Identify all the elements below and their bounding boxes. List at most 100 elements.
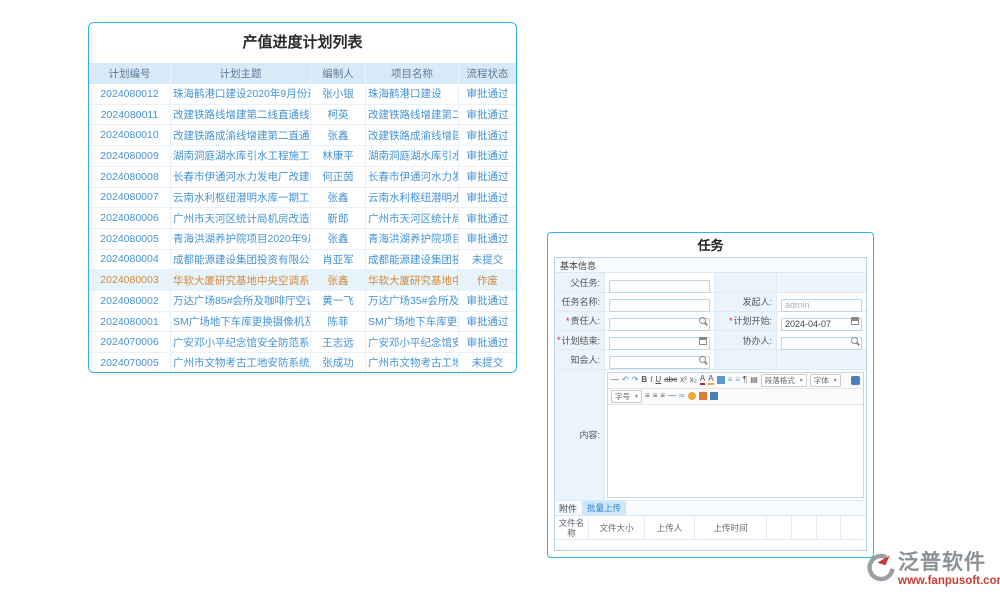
plan-row-2024080001[interactable]: 2024080001SM广场地下车库更换摄像机及硬盘项目2020...陈菲SM广… <box>89 312 516 333</box>
plan-row-2024080003[interactable]: 2024080003华软大厦研究基地中央空调系统工程2020年9...张鑫华软大… <box>89 270 516 291</box>
cell-subject[interactable]: 万达广场85#会所及咖啡厅空调安装工程2020... <box>171 291 311 312</box>
search-icon[interactable] <box>699 317 707 325</box>
cell-id[interactable]: 2024080004 <box>89 250 171 271</box>
plan-row-2024080009[interactable]: 2024080009湖南洞庭湖水库引水工程施工标2020年9月份...林康平湖南… <box>89 146 516 167</box>
strikethrough-icon[interactable]: abc <box>664 375 677 385</box>
cell-subject[interactable]: 广州市文物考古工地安防系统设备保修2020年... <box>171 353 311 373</box>
plan-row-2024080002[interactable]: 2024080002万达广场85#会所及咖啡厅空调安装工程2020...黄一飞万… <box>89 291 516 312</box>
undo-icon[interactable]: ↶ <box>622 375 629 385</box>
cell-status: 审批通过 <box>459 332 516 353</box>
format-brush-icon[interactable] <box>717 376 725 384</box>
content-editor[interactable] <box>608 405 863 497</box>
plan-row-2024080012[interactable]: 2024080012珠海鹤港口建设2020年9月份进度张小银珠海鹤港口建设审批通… <box>89 84 516 105</box>
ordered-list-icon[interactable]: ≡ <box>728 375 733 385</box>
align-left-icon[interactable]: ≡ <box>645 391 650 401</box>
cell-subject[interactable]: 华软大厦研究基地中央空调系统工程2020年9... <box>171 270 311 291</box>
informed-cell <box>605 350 715 368</box>
underline-icon[interactable]: U <box>655 375 661 385</box>
cell-subject[interactable]: 云南水利枢纽潜明水库一期工程施工2020年8... <box>171 188 311 209</box>
cell-subject[interactable]: 改建铁路成渝线增建第二直通线（成渝枢纽）... <box>171 125 311 146</box>
search-icon[interactable] <box>699 356 707 364</box>
paragraph-format-select[interactable]: 段落格式▾ <box>761 374 807 387</box>
text-color-icon[interactable]: A <box>700 375 705 385</box>
align-center-icon[interactable]: ≡ <box>653 391 658 401</box>
redo-icon[interactable]: ↷ <box>632 375 639 385</box>
bold-icon[interactable]: B <box>641 375 647 385</box>
cell-id[interactable]: 2024080002 <box>89 291 171 312</box>
cell-author: 何正茵 <box>311 167 366 188</box>
cell-subject[interactable]: 湖南洞庭湖水库引水工程施工标2020年9月份... <box>171 146 311 167</box>
align-right-icon[interactable]: ≡ <box>660 391 665 401</box>
italic-icon[interactable]: I <box>650 375 652 385</box>
cell-id[interactable]: 2024080008 <box>89 167 171 188</box>
batch-upload-button[interactable]: 批量上传 <box>582 501 626 515</box>
plan-row-2024080007[interactable]: 2024080007云南水利枢纽潜明水库一期工程施工2020年8...张鑫云南水… <box>89 188 516 209</box>
column-header-subject: 计划主题 <box>171 63 311 84</box>
cell-id[interactable]: 2024080001 <box>89 312 171 333</box>
task-name-input[interactable] <box>609 299 710 312</box>
plan-row-2024080006[interactable]: 2024080006广州市天河区统计局机房改造项目2020年9月...靳郎广州市… <box>89 208 516 229</box>
link-icon[interactable]: ∞ <box>679 391 685 401</box>
cell-subject[interactable]: 长春市伊通河水力发电厂改建工程2020年8月... <box>171 167 311 188</box>
plan-row-2024070005[interactable]: 2024070005广州市文物考古工地安防系统设备保修2020年...张成功广州… <box>89 353 516 373</box>
cell-id[interactable]: 2024080006 <box>89 208 171 229</box>
plan-row-2024080005[interactable]: 2024080005青海洪湖养护院项目2020年9月份进度张鑫青海洪湖养护院项目… <box>89 229 516 250</box>
unordered-list-icon[interactable]: ≡ <box>735 375 740 385</box>
subscript-icon[interactable]: x₂ <box>690 375 697 385</box>
font-family-select[interactable]: 字体▾ <box>810 374 841 387</box>
cell-subject[interactable]: 成都能源建设集团投资有限公司临时办公场所... <box>171 250 311 271</box>
cell-subject[interactable]: 珠海鹤港口建设2020年9月份进度 <box>171 84 311 105</box>
cell-subject[interactable]: 广安邓小平纪念馆安全防范系统维护保养项目... <box>171 332 311 353</box>
responsible-input[interactable] <box>609 318 710 331</box>
cell-subject[interactable]: 青海洪湖养护院项目2020年9月份进度 <box>171 229 311 250</box>
cell-project: 长春市伊通河水力发电厂... <box>366 167 459 188</box>
column-header-project: 项目名称 <box>366 63 459 84</box>
table-icon[interactable] <box>710 392 718 400</box>
tab-attachments[interactable]: 附件 <box>559 502 577 515</box>
emoticon-icon[interactable] <box>688 392 696 400</box>
search-icon[interactable] <box>851 337 859 345</box>
paste-icon[interactable]: ▤ <box>750 375 758 385</box>
plan-row-2024070006[interactable]: 2024070006广安邓小平纪念馆安全防范系统维护保养项目...王志远广安邓小… <box>89 332 516 353</box>
cell-id[interactable]: 2024080003 <box>89 270 171 291</box>
calendar-icon[interactable] <box>851 317 859 325</box>
informed-input[interactable] <box>609 356 710 369</box>
cell-id[interactable]: 2024080010 <box>89 125 171 146</box>
cell-id[interactable]: 2024080011 <box>89 105 171 126</box>
cell-id[interactable]: 2024080012 <box>89 84 171 105</box>
plan-start-input[interactable] <box>781 318 862 331</box>
cell-id[interactable]: 2024070005 <box>89 353 171 373</box>
maximize-icon[interactable] <box>851 376 860 385</box>
content-editor-cell: —↶↷BIUabcx²x₂AA≡≡¶▤段落格式▾字体▾ 字号▾≡≡≡―∞ <box>605 370 866 500</box>
cell-id[interactable]: 2024080007 <box>89 188 171 209</box>
cell-subject[interactable]: 广州市天河区统计局机房改造项目2020年9月... <box>171 208 311 229</box>
image-icon[interactable] <box>699 392 707 400</box>
parent-task-label: 父任务: <box>555 273 605 291</box>
plan-row-2024080011[interactable]: 2024080011改建铁路线增建第二线直通线（成都-西安）电...柯英改建铁路… <box>89 105 516 126</box>
cell-id[interactable]: 2024080005 <box>89 229 171 250</box>
attach-column-filesize: 文件大小 <box>589 516 645 540</box>
superscript-icon[interactable]: x² <box>680 375 687 385</box>
content-row: 内容: —↶↷BIUabcx²x₂AA≡≡¶▤段落格式▾字体▾ 字号▾≡≡≡―∞ <box>555 370 866 501</box>
font-size-select[interactable]: 字号▾ <box>611 390 642 403</box>
source-icon[interactable]: — <box>611 375 619 385</box>
background-color-icon[interactable]: A <box>708 375 713 385</box>
cell-subject[interactable]: SM广场地下车库更换摄像机及硬盘项目2020... <box>171 312 311 333</box>
plan-end-label: *计划结束: <box>555 331 605 349</box>
initiator-input[interactable] <box>781 299 862 312</box>
plan-row-2024080004[interactable]: 2024080004成都能源建设集团投资有限公司临时办公场所...肖亚军成都能源… <box>89 250 516 271</box>
co-organizer-input[interactable] <box>781 337 862 350</box>
plan-row-2024080010[interactable]: 2024080010改建铁路成渝线增建第二直通线（成渝枢纽）...张鑫改建铁路成… <box>89 125 516 146</box>
cell-status: 审批通过 <box>459 84 516 105</box>
cell-status: 审批通过 <box>459 208 516 229</box>
cell-author: 肖亚军 <box>311 250 366 271</box>
cell-id[interactable]: 2024080009 <box>89 146 171 167</box>
blockquote-icon[interactable]: ¶ <box>743 375 747 385</box>
calendar-icon[interactable] <box>699 337 707 345</box>
plan-end-input[interactable] <box>609 337 710 350</box>
plan-row-2024080008[interactable]: 2024080008长春市伊通河水力发电厂改建工程2020年8月...何正茵长春… <box>89 167 516 188</box>
cell-id[interactable]: 2024070006 <box>89 332 171 353</box>
parent-task-input[interactable] <box>609 280 710 293</box>
cell-subject[interactable]: 改建铁路线增建第二线直通线（成都-西安）电... <box>171 105 311 126</box>
horizontal-rule-icon[interactable]: ― <box>668 391 676 401</box>
